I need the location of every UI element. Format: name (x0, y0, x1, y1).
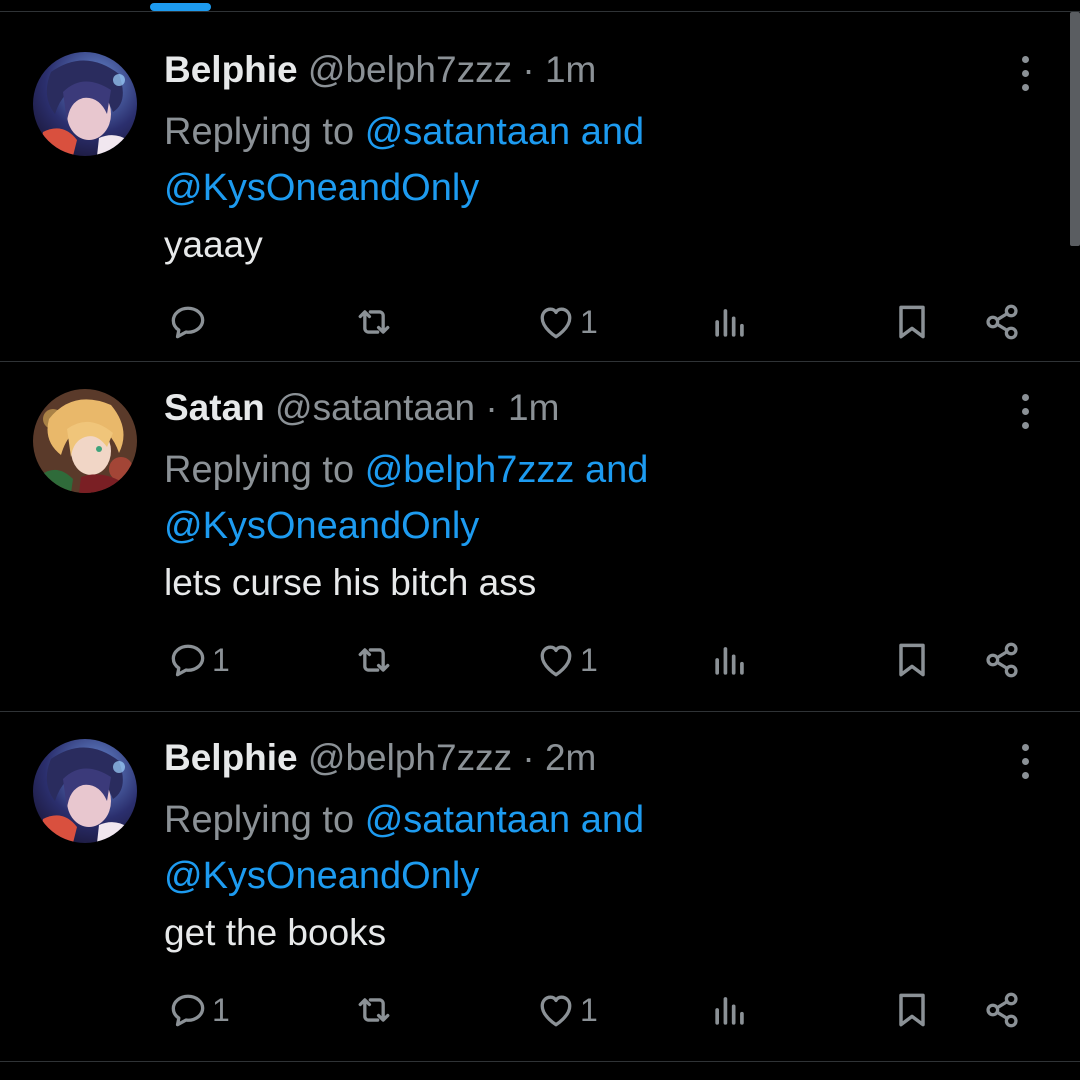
bookmark-icon (899, 993, 925, 1027)
share-icon (986, 992, 1018, 1028)
replying-prefix: Replying to (164, 449, 355, 491)
tweet-header: Belphie @belph7zzz · 2m (164, 736, 596, 780)
share-button[interactable] (980, 284, 1024, 360)
reply-button[interactable]: 1 (166, 622, 230, 698)
like-button[interactable]: 1 (534, 972, 598, 1048)
like-icon (540, 645, 572, 677)
avatar[interactable] (33, 52, 137, 156)
views-button[interactable] (708, 622, 752, 698)
retweet-button[interactable] (352, 622, 398, 698)
more-icon[interactable] (1012, 392, 1040, 432)
share-icon (986, 642, 1018, 678)
retweet-icon (358, 998, 390, 1022)
retweet-button[interactable] (352, 284, 398, 360)
display-name[interactable]: Belphie (164, 49, 298, 90)
reply-icon (171, 306, 205, 339)
views-icon (715, 997, 744, 1025)
replying-and[interactable]: and (581, 799, 644, 841)
tweet-actions: 1 1 (0, 972, 1080, 1048)
retweet-icon (358, 310, 390, 334)
reply-button[interactable]: 1 (166, 972, 230, 1048)
bookmark-button[interactable] (890, 622, 934, 698)
mention-link[interactable]: @KysOneandOnly (164, 505, 479, 547)
tweet[interactable]: Belphie @belph7zzz · 2m Replying to @sat… (0, 712, 1080, 1062)
separator-dot: · (522, 49, 535, 90)
avatar[interactable] (33, 389, 137, 493)
like-count: 1 (580, 303, 598, 340)
replying-to: Replying to @satantaan and @KysOneandOnl… (164, 792, 764, 904)
bookmark-icon (899, 305, 925, 339)
separator-dot: · (485, 387, 498, 428)
replying-and[interactable]: and (585, 449, 648, 491)
views-button[interactable] (708, 972, 752, 1048)
retweet-button[interactable] (352, 972, 398, 1048)
bookmark-button[interactable] (890, 972, 934, 1048)
views-icon (715, 647, 744, 675)
reply-count: 1 (212, 641, 230, 678)
bookmark-button[interactable] (890, 284, 934, 360)
replying-to: Replying to @satantaan and @KysOneandOnl… (164, 104, 764, 216)
views-icon (715, 309, 744, 337)
display-name[interactable]: Belphie (164, 737, 298, 778)
like-count: 1 (580, 641, 598, 678)
tweet-text: lets curse his bitch ass (164, 562, 537, 603)
replying-and[interactable]: and (581, 111, 644, 153)
mention-link[interactable]: @KysOneandOnly (164, 167, 479, 209)
tweet-header: Belphie @belph7zzz · 1m (164, 48, 596, 92)
mention-link[interactable]: @belph7zzz (365, 449, 575, 491)
like-icon (540, 307, 572, 339)
display-name[interactable]: Satan (164, 387, 265, 428)
tweet[interactable]: Satan @satantaan · 1m Replying to @belph… (0, 362, 1080, 712)
share-button[interactable] (980, 622, 1024, 698)
views-button[interactable] (708, 284, 752, 360)
tweet-text: yaaay (164, 224, 263, 265)
timestamp[interactable]: 2m (545, 737, 596, 778)
tab-indicator (150, 3, 211, 11)
tweet-divider (0, 1061, 1080, 1062)
tweet[interactable]: Belphie @belph7zzz · 1m Replying to @sat… (0, 12, 1080, 362)
mention-link[interactable]: @KysOneandOnly (164, 855, 479, 897)
replying-prefix: Replying to (164, 111, 355, 153)
replying-prefix: Replying to (164, 799, 355, 841)
mention-link[interactable]: @satantaan (365, 799, 571, 841)
like-icon (540, 995, 572, 1027)
reply-count: 1 (212, 991, 230, 1028)
retweet-icon (358, 648, 390, 672)
mention-link[interactable]: @satantaan (365, 111, 571, 153)
tweet-text: get the books (164, 912, 387, 953)
reply-button[interactable] (166, 284, 212, 360)
bookmark-icon (899, 643, 925, 677)
separator-dot: · (522, 737, 535, 778)
more-icon[interactable] (1012, 742, 1040, 782)
user-handle[interactable]: @belph7zzz (308, 49, 512, 90)
tweet-actions: 1 (0, 284, 1080, 360)
avatar[interactable] (33, 739, 137, 843)
user-handle[interactable]: @belph7zzz (308, 737, 512, 778)
like-button[interactable]: 1 (534, 284, 598, 360)
reply-icon (171, 644, 205, 677)
like-count: 1 (580, 991, 598, 1028)
timestamp[interactable]: 1m (508, 387, 559, 428)
tweet-header: Satan @satantaan · 1m (164, 386, 559, 430)
user-handle[interactable]: @satantaan (275, 387, 475, 428)
share-icon (986, 304, 1018, 340)
tweet-actions: 1 1 (0, 622, 1080, 698)
replying-to: Replying to @belph7zzz and @KysOneandOnl… (164, 442, 764, 554)
reply-icon (171, 994, 205, 1027)
timestamp[interactable]: 1m (545, 49, 596, 90)
more-icon[interactable] (1012, 54, 1040, 94)
share-button[interactable] (980, 972, 1024, 1048)
like-button[interactable]: 1 (534, 622, 598, 698)
